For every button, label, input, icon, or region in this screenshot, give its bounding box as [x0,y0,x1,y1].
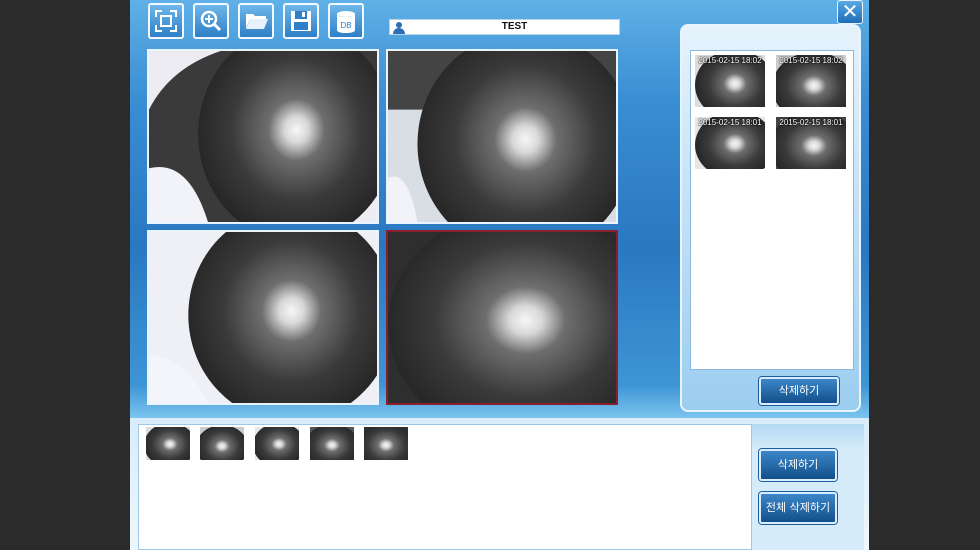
history-thumbnail[interactable]: 2015-02-15 18:01 [695,117,765,169]
tray-thumbnail[interactable] [310,427,354,460]
history-delete-button[interactable]: 삭제하기 [759,377,839,405]
close-button[interactable]: ✕ [837,0,863,24]
scalp-viewer-4[interactable] [386,230,618,405]
scalp-image [388,232,616,403]
tray-thumbnail[interactable] [364,427,408,460]
history-timestamp: 2015-02-15 18:01 [698,118,762,127]
save-icon [291,11,311,31]
capture-tray-area: 삭제하기 전체 삭제하기 [130,418,869,550]
svg-text:DB: DB [340,21,351,30]
folder-open-icon [246,14,268,29]
scalp-thumbnail [310,427,354,460]
zoom-in-icon [200,10,222,32]
scalp-image [149,51,377,222]
history-list[interactable]: 2015-02-15 18:02 2015-02-15 18:02 2015-0… [690,50,854,370]
open-folder-button[interactable] [238,3,274,39]
scalp-image [388,51,616,222]
hair-analysis-window: DB ✕ TEST 2015-02-15 18:02 2015-02-15 18… [130,0,869,550]
scalp-image [149,232,377,403]
patient-name-field: TEST [389,19,620,35]
capture-tray[interactable] [138,424,752,550]
zoom-in-button[interactable] [193,3,229,39]
fullscreen-button[interactable] [148,3,184,39]
tray-delete-button[interactable]: 삭제하기 [759,449,837,481]
tray-thumbnail[interactable] [255,427,299,460]
history-timestamp: 2015-02-15 18:02 [698,56,762,65]
tray-action-strip [752,424,864,550]
save-button[interactable] [283,3,319,39]
history-thumbnail[interactable]: 2015-02-15 18:01 [776,117,846,169]
scalp-thumbnail [200,427,244,460]
scalp-viewer-2[interactable] [386,49,618,224]
history-thumbnail[interactable]: 2015-02-15 18:02 [695,55,765,107]
fullscreen-icon [155,10,177,32]
tray-delete-all-button[interactable]: 전체 삭제하기 [759,492,837,524]
scalp-thumbnail [364,427,408,460]
database-button[interactable]: DB [328,3,364,39]
tray-thumbnail[interactable] [146,427,190,460]
history-timestamp: 2015-02-15 18:02 [779,56,843,65]
patient-name: TEST [501,21,528,32]
close-icon: ✕ [841,0,859,23]
scalp-thumbnail [146,427,190,460]
scalp-viewer-1[interactable] [147,49,379,224]
history-thumbnail[interactable]: 2015-02-15 18:02 [776,55,846,107]
history-panel: 2015-02-15 18:02 2015-02-15 18:02 2015-0… [680,24,861,412]
user-icon [393,22,405,34]
scalp-viewer-3[interactable] [147,230,379,405]
history-timestamp: 2015-02-15 18:01 [779,118,843,127]
tray-thumbnail[interactable] [200,427,244,460]
scalp-thumbnail [255,427,299,460]
database-icon: DB [337,11,355,33]
